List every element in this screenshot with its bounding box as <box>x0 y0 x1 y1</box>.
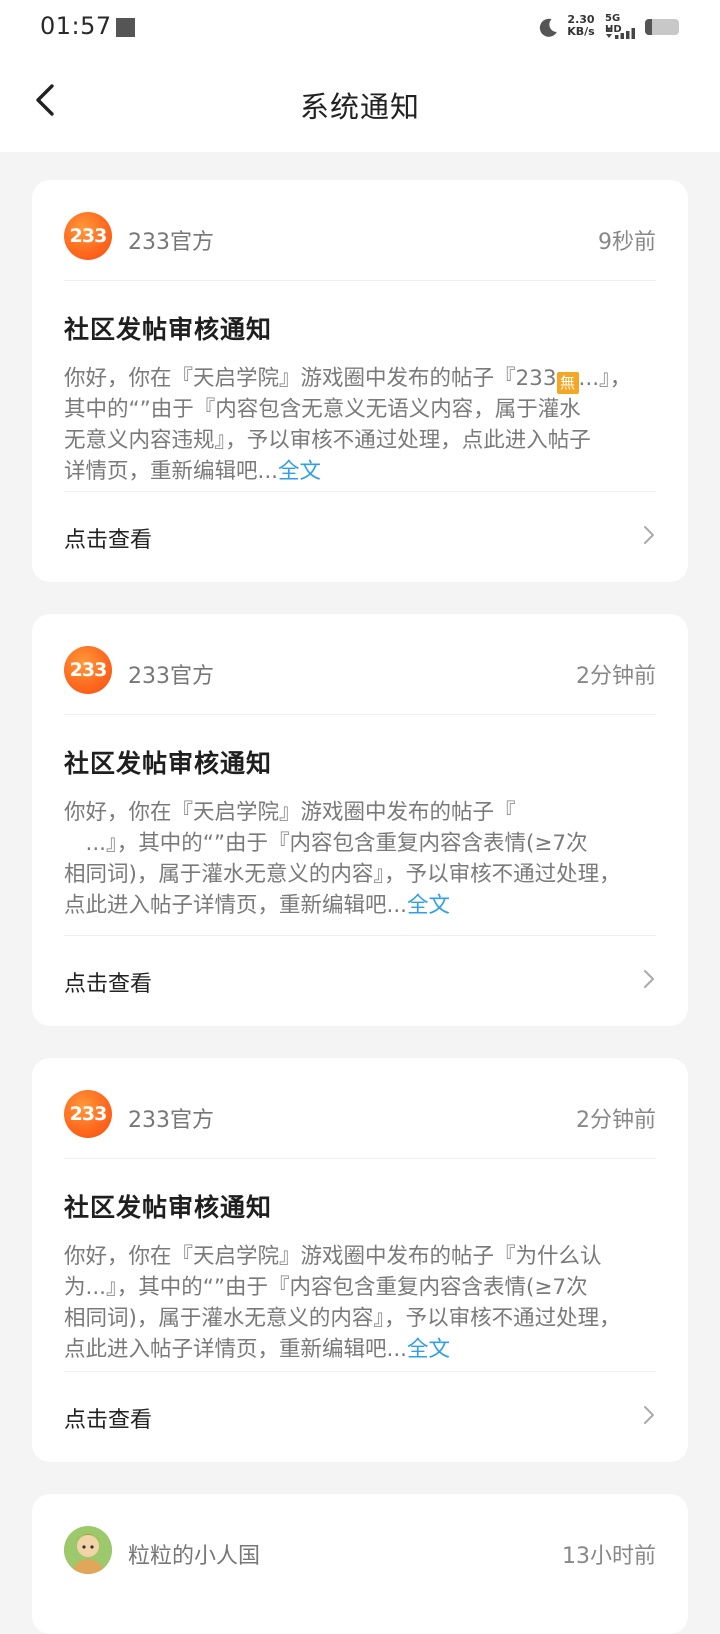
chevron-right-icon <box>644 970 654 988</box>
status-bar: 01:57 2.30 KB/s 5G HD <box>0 0 720 54</box>
full-text-link[interactable]: 全文 <box>407 1337 450 1362</box>
notification-title: 社区发帖审核通知 <box>64 749 273 778</box>
body-line: 其中的“”由于『内容包含无意义无语义内容，属于灌水 <box>64 397 581 422</box>
avatar-233-official[interactable]: 233 <box>64 646 112 694</box>
notification-body: 你好，你在『天启学院』游戏圈中发布的帖子『 ...』，其中的“”由于『内容包含重… <box>64 797 656 921</box>
view-details-row[interactable]: 点击查看 <box>64 1371 656 1462</box>
body-line: 你好，你在『天启学院』游戏圈中发布的帖子『 <box>64 800 516 825</box>
chevron-right-icon <box>644 1406 654 1424</box>
view-details-label[interactable]: 点击查看 <box>64 966 152 998</box>
notification-time: 2分钟前 <box>576 664 656 689</box>
notification-time: 2分钟前 <box>576 1108 656 1133</box>
user-avatar[interactable] <box>64 1526 112 1574</box>
notification-title: 社区发帖审核通知 <box>64 315 273 344</box>
body-text: 你好，你在『天启学院』游戏圈中发布的帖子『233 <box>64 366 557 391</box>
battery-icon <box>645 19 679 35</box>
body-text: 点此进入帖子详情页，重新编辑吧... <box>64 893 408 918</box>
view-details-label[interactable]: 点击查看 <box>64 1402 152 1434</box>
notification-card: 233 233官方 9秒前 社区发帖审核通知 你好，你在『天启学院』游戏圈中发布… <box>32 180 688 582</box>
net-speed: 2.30 KB/s <box>565 14 597 38</box>
body-line: 为...』，其中的“”由于『内容包含重复内容含表情(≥7次 <box>64 1275 588 1300</box>
body-text: ...』， <box>578 366 632 391</box>
notification-body: 你好，你在『天启学院』游戏圈中发布的帖子『为什么认 为...』，其中的“”由于『… <box>64 1241 656 1365</box>
user-avatar-image <box>64 1526 112 1574</box>
notification-card: 粒粒的小人国 13小时前 <box>32 1494 688 1634</box>
card-header: 233 233官方 9秒前 <box>64 180 656 281</box>
notification-card: 233 233官方 2分钟前 社区发帖审核通知 你好，你在『天启学院』游戏圈中发… <box>32 1058 688 1462</box>
net-speed-unit: KB/s <box>567 25 595 38</box>
header: 系统通知 <box>0 54 720 152</box>
avatar-233-official[interactable]: 233 <box>64 212 112 260</box>
view-details-row[interactable]: 点击查看 <box>64 935 656 1026</box>
battery-fill <box>645 19 653 35</box>
full-text-link[interactable]: 全文 <box>278 459 321 484</box>
sender-name[interactable]: 233官方 <box>128 1102 214 1134</box>
card-header: 粒粒的小人国 13小时前 <box>64 1494 656 1594</box>
sender-name[interactable]: 粒粒的小人国 <box>128 1538 260 1570</box>
body-line: 详情页，重新编辑吧...全文 <box>64 456 656 487</box>
body-line: 你好，你在『天启学院』游戏圈中发布的帖子『为什么认 <box>64 1244 602 1269</box>
full-text-link[interactable]: 全文 <box>407 893 450 918</box>
avatar-233-official[interactable]: 233 <box>64 1090 112 1138</box>
sender-name[interactable]: 233官方 <box>128 658 214 690</box>
page-title: 系统通知 <box>299 90 420 124</box>
body-line: 无意义内容违规』，予以审核不通过处理，点此进入帖子 <box>64 428 591 453</box>
card-header: 233 233官方 2分钟前 <box>64 614 656 715</box>
chevron-right-icon <box>644 526 654 544</box>
signal-bars-icon <box>606 28 635 39</box>
body-line: 相同词)，属于灌水无意义的内容』，予以审核不通过处理， <box>64 862 621 887</box>
body-line: ...』，其中的“”由于『内容包含重复内容含表情(≥7次 <box>64 831 588 856</box>
body-line: 你好，你在『天启学院』游戏圈中发布的帖子『233 無...』， <box>64 363 656 394</box>
notification-title: 社区发帖审核通知 <box>64 1193 273 1222</box>
body-text: 详情页，重新编辑吧... <box>64 459 279 484</box>
notification-time: 9秒前 <box>598 230 656 255</box>
body-line: 点此进入帖子详情页，重新编辑吧...全文 <box>64 890 656 921</box>
wu-emoji-icon: 無 <box>556 372 579 394</box>
status-time: 01:57 <box>40 12 112 40</box>
view-details-label[interactable]: 点击查看 <box>64 522 152 554</box>
body-line: 相同词)，属于灌水无意义的内容』，予以审核不通过处理， <box>64 1306 621 1331</box>
notification-body: 你好，你在『天启学院』游戏圈中发布的帖子『233 無...』， 其中的“”由于『内… <box>64 363 656 487</box>
sender-name[interactable]: 233官方 <box>128 224 214 256</box>
signal-icon: 5G HD <box>605 13 639 43</box>
card-header: 233 233官方 2分钟前 <box>64 1058 656 1159</box>
moon-icon <box>539 18 557 37</box>
body-text: 点此进入帖子详情页，重新编辑吧... <box>64 1337 408 1362</box>
notification-time: 13小时前 <box>562 1544 656 1569</box>
notification-square-icon <box>116 18 135 37</box>
view-details-row[interactable]: 点击查看 <box>64 491 656 582</box>
body-line: 点此进入帖子详情页，重新编辑吧...全文 <box>64 1334 656 1365</box>
notification-card: 233 233官方 2分钟前 社区发帖审核通知 你好，你在『天启学院』游戏圈中发… <box>32 614 688 1026</box>
